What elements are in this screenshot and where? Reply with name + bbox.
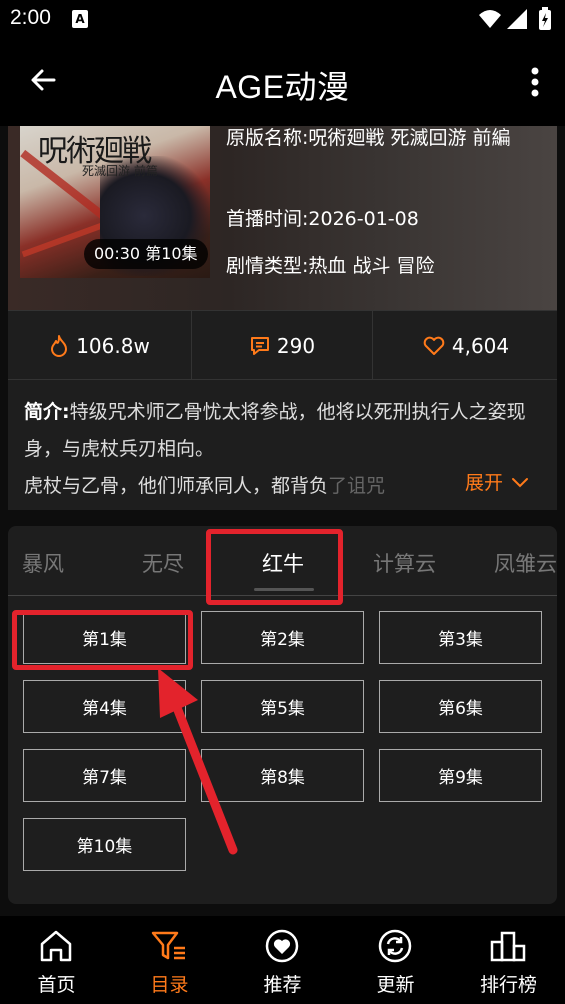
episode-button[interactable]: 第2集 bbox=[201, 611, 364, 664]
tab-source-1[interactable]: 暴风 bbox=[22, 548, 64, 578]
genre-row: 剧情类型:热血 战斗 冒险 bbox=[226, 255, 435, 277]
poster-subtitle-art: 死滅回游 前篇 bbox=[82, 164, 158, 178]
premiere-value: 2026-01-08 bbox=[308, 208, 419, 230]
expand-button[interactable]: 展开 bbox=[456, 468, 531, 495]
annotation-arrow-icon bbox=[158, 668, 238, 855]
episode-button[interactable]: 第6集 bbox=[379, 680, 542, 733]
likes-stat[interactable]: 4,604 bbox=[374, 311, 557, 381]
anime-header: 呪術廻戦 死滅回游 前篇 00:30 第10集 原版名称:呪術廻戦 死滅回游 前… bbox=[8, 126, 557, 310]
bottom-nav: 首页 目录 推荐 更新 排行榜 bbox=[0, 916, 565, 1004]
synopsis-line2: 虎杖与乙骨，他们师承同人，都背负 bbox=[24, 475, 329, 497]
stats-bar: 106.8w 290 4,604 bbox=[8, 310, 557, 381]
tab-source-2[interactable]: 无尽 bbox=[142, 548, 184, 578]
synopsis-line2-fade: 了诅咒 bbox=[328, 475, 386, 497]
synopsis-label: 简介: bbox=[24, 401, 70, 423]
episode-button[interactable]: 第1集 bbox=[23, 611, 186, 664]
detail-scroll-area[interactable]: 呪術廻戦 死滅回游 前篇 00:30 第10集 原版名称:呪術廻戦 死滅回游 前… bbox=[0, 126, 565, 916]
heart-icon bbox=[423, 336, 445, 355]
more-vert-icon[interactable] bbox=[525, 62, 545, 102]
episode-panel: 暴风 无尽 红牛 计算云 凤雏云 第1集 第2集 第3集 第4集 第5集 第6集… bbox=[8, 526, 557, 904]
episode-button[interactable]: 第3集 bbox=[379, 611, 542, 664]
chevron-down-icon bbox=[512, 477, 528, 487]
nav-recommend[interactable]: 推荐 bbox=[226, 916, 339, 1004]
comments-stat[interactable]: 290 bbox=[191, 311, 373, 381]
active-tab-indicator bbox=[254, 588, 314, 591]
comment-icon bbox=[250, 337, 269, 355]
genre-value: 热血 战斗 冒险 bbox=[308, 255, 435, 277]
app-bar: AGE动漫 bbox=[0, 38, 565, 126]
nav-catalog[interactable]: 目录 bbox=[113, 916, 226, 1004]
episode-button[interactable]: 第9集 bbox=[379, 749, 542, 802]
notification-icon: A bbox=[72, 10, 88, 28]
tab-source-5[interactable]: 凤雏云 bbox=[494, 548, 557, 578]
status-time: 2:00 bbox=[10, 6, 51, 29]
filter-list-icon bbox=[151, 931, 185, 960]
source-tabs: 暴风 无尽 红牛 计算云 凤雏云 bbox=[8, 526, 557, 596]
heart-circle-icon bbox=[265, 929, 299, 963]
synopsis-line1: 特级咒术师乙骨忧太将参战，他将以死刑执行人之姿现身，与虎杖兵刃相向。 bbox=[24, 401, 526, 460]
synopsis: 简介:特级咒术师乙骨忧太将参战，他将以死刑执行人之姿现身，与虎杖兵刃相向。 虎杖… bbox=[8, 380, 557, 510]
system-icons bbox=[479, 7, 551, 30]
fire-icon bbox=[51, 335, 68, 357]
nav-ranking[interactable]: 排行榜 bbox=[452, 916, 565, 1004]
episode-progress-badge: 00:30 第10集 bbox=[84, 239, 208, 269]
views-stat: 106.8w bbox=[8, 311, 190, 381]
home-icon bbox=[40, 930, 72, 962]
nav-home[interactable]: 首页 bbox=[0, 916, 113, 1004]
premiere-row: 首播时间:2026-01-08 bbox=[226, 208, 419, 230]
page-title: AGE动漫 bbox=[215, 69, 350, 105]
original-name-value: 呪術廻戦 死滅回游 前編 bbox=[308, 127, 511, 149]
wifi-icon bbox=[479, 10, 501, 28]
podium-icon bbox=[490, 931, 526, 962]
tab-source-4[interactable]: 计算云 bbox=[373, 548, 436, 578]
nav-updates[interactable]: 更新 bbox=[339, 916, 452, 1004]
tab-source-3[interactable]: 红牛 bbox=[262, 548, 304, 578]
poster-image[interactable]: 呪術廻戦 死滅回游 前篇 00:30 第10集 bbox=[20, 126, 210, 278]
original-name-row: 原版名称:呪術廻戦 死滅回游 前編 bbox=[226, 127, 511, 149]
refresh-circle-icon bbox=[378, 929, 412, 963]
status-bar: 2:00 A bbox=[0, 0, 565, 38]
signal-icon bbox=[507, 9, 527, 29]
